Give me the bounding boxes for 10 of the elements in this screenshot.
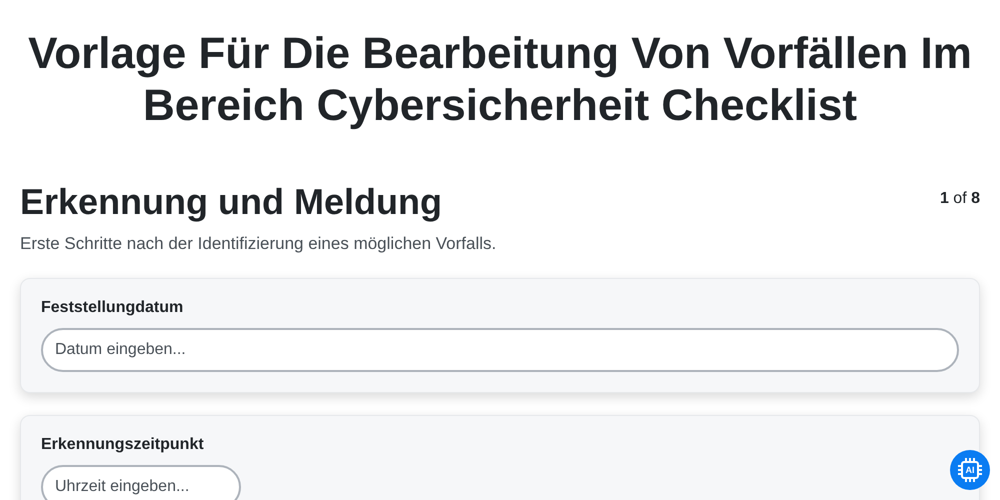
field-label: Feststellungdatum	[41, 299, 184, 317]
step-counter: 1 of 8	[940, 190, 980, 208]
page-title: Vorlage Für Die Bearbeitung Von Vorfällen Im Bereich Cybersicherheit Checklist	[27, 28, 973, 132]
input-field[interactable]: Uhrzeit eingeben...	[41, 465, 241, 500]
ai-label: AI	[966, 465, 974, 475]
chip-icon	[957, 457, 983, 483]
input-field[interactable]: Datum eingeben...	[41, 328, 959, 372]
section-description: Erste Schritte nach der Identifizierung eines möglichen Vorfalls.	[20, 234, 498, 254]
field-label: Erkennungszeitpunkt	[41, 436, 205, 454]
section-heading: Erkennung und Meldung	[20, 180, 442, 224]
